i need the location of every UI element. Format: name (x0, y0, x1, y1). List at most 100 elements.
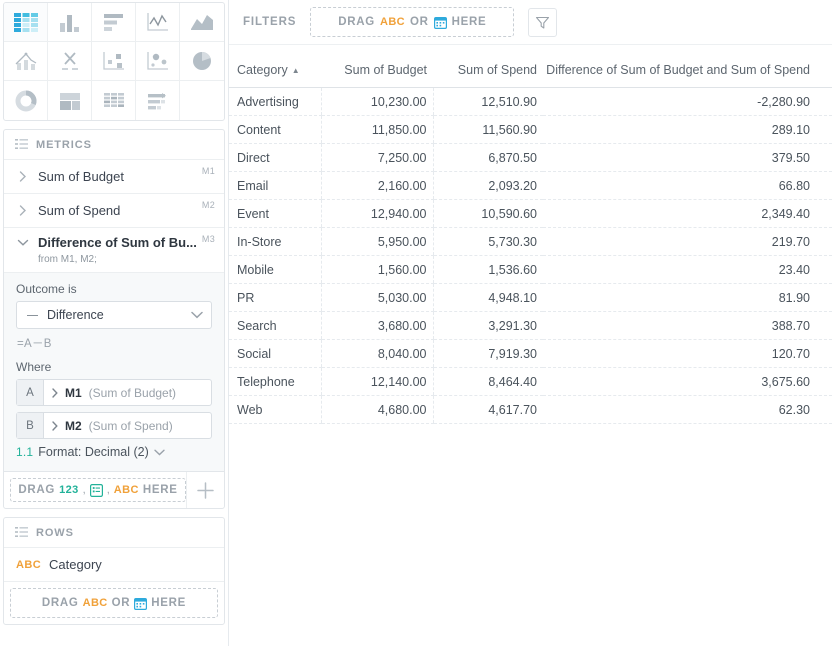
filter-funnel-button[interactable] (528, 8, 557, 37)
rows-title: ROWS (36, 527, 74, 539)
text-badge: ABC (114, 484, 139, 496)
chart-type-bar[interactable] (92, 3, 136, 42)
cell-budget: 5,950.00 (321, 228, 433, 256)
text-badge: ABC (83, 597, 108, 609)
metric-item-difference[interactable]: Difference of Sum of Bu... M3 from M1, M… (4, 228, 224, 273)
chart-type-table[interactable] (4, 3, 48, 42)
outcome-select[interactable]: Difference (16, 301, 212, 329)
text-badge: ABC (16, 559, 41, 571)
cell-category: PR (229, 284, 321, 312)
chart-type-treemap[interactable] (48, 81, 92, 120)
chart-type-bubble[interactable] (92, 42, 136, 81)
cell-category: Direct (229, 144, 321, 172)
condition-key: A (17, 380, 44, 405)
cell-difference: 66.80 (543, 172, 832, 200)
metrics-dropzone[interactable]: DRAG 123 , , ABC HERE (10, 478, 186, 502)
cell-budget: 12,140.00 (321, 368, 433, 396)
chart-type-column[interactable] (48, 3, 92, 42)
cell-spend: 2,093.20 (433, 172, 543, 200)
condition-row-b[interactable]: B M2 (Sum of Spend) (16, 412, 212, 439)
cell-category: Social (229, 340, 321, 368)
condition-desc: (Sum of Budget) (89, 386, 176, 400)
rows-item-category[interactable]: ABC Category (4, 548, 224, 582)
cell-spend: 3,291.30 (433, 312, 543, 340)
table-row[interactable]: PR5,030.004,948.1081.90 (229, 284, 832, 312)
chart-type-bullet[interactable] (136, 81, 180, 120)
chart-type-pie[interactable] (180, 42, 224, 81)
cell-difference: 81.90 (543, 284, 832, 312)
metric-item-difference-header[interactable]: Difference of Sum of Bu... M3 (4, 228, 224, 256)
separator: , (83, 484, 86, 496)
metric-label: Sum of Spend (38, 203, 120, 218)
metric-item-sum-of-budget[interactable]: Sum of Budget M1 (4, 160, 224, 194)
condition-row-a[interactable]: A M1 (Sum of Budget) (16, 379, 212, 406)
table-row[interactable]: Content11,850.0011,560.90289.10 (229, 116, 832, 144)
main-content: FILTERS DRAG ABC OR HERE (228, 0, 832, 646)
cell-budget: 5,030.00 (321, 284, 433, 312)
table-row[interactable]: Telephone12,140.008,464.403,675.60 (229, 368, 832, 396)
chart-type-heatmap[interactable] (92, 81, 136, 120)
rows-dropzone[interactable]: DRAG ABC OR HERE (10, 588, 218, 618)
table-row[interactable]: Advertising10,230.0012,510.90-2,280.90 (229, 88, 832, 116)
cell-budget: 12,940.00 (321, 200, 433, 228)
filters-dropzone[interactable]: DRAG ABC OR HERE (310, 7, 514, 37)
chart-type-scatter[interactable] (136, 42, 180, 81)
format-label: Format: Decimal (2) (38, 445, 148, 459)
cell-category: Content (229, 116, 321, 144)
chart-type-donut[interactable] (4, 81, 48, 120)
sidebar: METRICS Sum of Budget M1 Sum of Spend M2 (0, 0, 228, 646)
formula-editor: Outcome is Difference =A－B Where A (4, 273, 224, 472)
cell-difference: 379.50 (543, 144, 832, 172)
chart-type-combo[interactable] (4, 42, 48, 81)
cell-budget: 2,160.00 (321, 172, 433, 200)
table-row[interactable]: Social8,040.007,919.30120.70 (229, 340, 832, 368)
here-text: HERE (151, 597, 186, 609)
cell-budget: 1,560.00 (321, 256, 433, 284)
or-text: OR (112, 597, 131, 609)
column-header-difference[interactable]: Difference of Sum of Budget and Sum of S… (543, 57, 832, 88)
cell-spend: 6,870.50 (433, 144, 543, 172)
chart-type-scatter-x[interactable] (48, 42, 92, 81)
chart-type-line[interactable] (136, 3, 180, 42)
list-icon (15, 527, 28, 538)
pivot-table-wrap: Category▲ Sum of Budget Sum of Spend Dif… (229, 45, 832, 424)
column-header-sum-of-spend[interactable]: Sum of Spend (433, 57, 543, 88)
calendar-icon (434, 16, 447, 29)
cell-difference: 219.70 (543, 228, 832, 256)
column-header-category[interactable]: Category▲ (229, 57, 321, 88)
chart-type-area[interactable] (180, 3, 224, 42)
number-badge: 123 (59, 484, 79, 496)
cell-category: Search (229, 312, 321, 340)
cell-category: Web (229, 396, 321, 424)
format-selector[interactable]: 1.1 Format: Decimal (2) (16, 445, 212, 459)
cell-budget: 10,230.00 (321, 88, 433, 116)
cell-spend: 12,510.90 (433, 88, 543, 116)
table-row[interactable]: Web4,680.004,617.7062.30 (229, 396, 832, 424)
table-header-row: Category▲ Sum of Budget Sum of Spend Dif… (229, 57, 832, 88)
rows-item-label: Category (49, 557, 102, 572)
metrics-panel: METRICS Sum of Budget M1 Sum of Spend M2 (3, 129, 225, 509)
column-header-sum-of-budget[interactable]: Sum of Budget (321, 57, 433, 88)
table-row[interactable]: Email2,160.002,093.2066.80 (229, 172, 832, 200)
drag-text: DRAG (42, 597, 79, 609)
cell-spend: 1,536.60 (433, 256, 543, 284)
chevron-down-icon (16, 239, 30, 246)
rows-header: ROWS (4, 518, 224, 548)
chevron-down-icon (154, 449, 165, 456)
chevron-right-icon (52, 388, 58, 398)
add-metric-button[interactable] (186, 472, 224, 508)
table-row[interactable]: Mobile1,560.001,536.6023.40 (229, 256, 832, 284)
chart-type-empty[interactable] (180, 81, 224, 120)
metrics-header: METRICS (4, 130, 224, 160)
metric-source-note: from M1, M2; (4, 254, 224, 272)
metric-item-sum-of-spend[interactable]: Sum of Spend M2 (4, 194, 224, 228)
separator: , (107, 484, 110, 496)
table-row[interactable]: Event12,940.0010,590.602,349.40 (229, 200, 832, 228)
table-row[interactable]: In-Store5,950.005,730.30219.70 (229, 228, 832, 256)
filters-label: FILTERS (243, 16, 296, 28)
chevron-right-icon (16, 205, 30, 216)
table-row[interactable]: Direct7,250.006,870.50379.50 (229, 144, 832, 172)
table-row[interactable]: Search3,680.003,291.30388.70 (229, 312, 832, 340)
cell-budget: 7,250.00 (321, 144, 433, 172)
pivot-table: Category▲ Sum of Budget Sum of Spend Dif… (229, 57, 832, 424)
